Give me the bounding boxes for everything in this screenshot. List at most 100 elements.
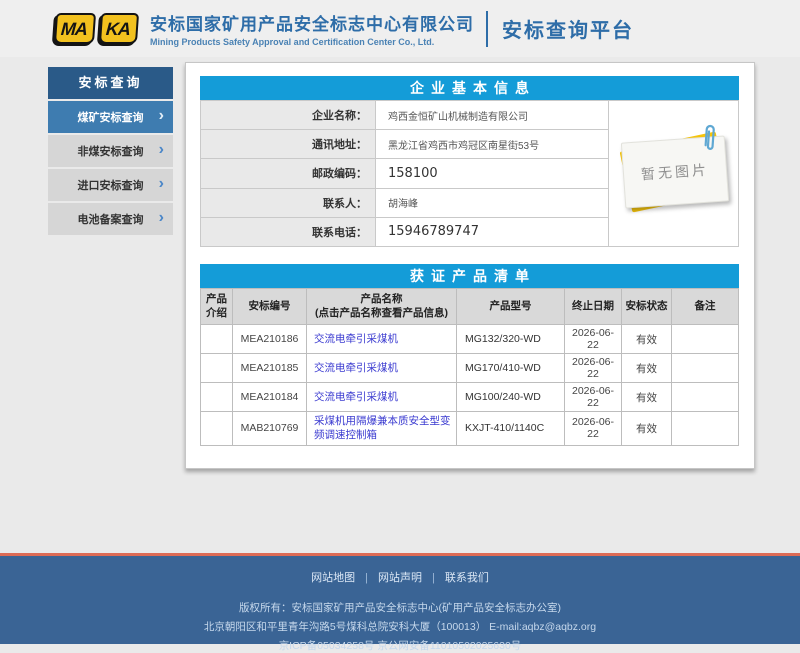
field-label-company-name: 企业名称： [201,101,376,130]
cell-intro [201,412,233,445]
footer-link-contact[interactable]: 联系我们 [445,572,489,584]
cell-intro [201,325,233,354]
field-label-address: 通讯地址： [201,130,376,159]
product-list-section: 获证产品清单 产品介绍 安标编号 产品名称 (点击产品名称查看产品信息) 产品型… [200,264,739,446]
footer-separator: | [432,572,435,584]
product-name-link[interactable]: 交流电牵引采煤机 [314,333,398,345]
table-row: 通讯地址： 黑龙江省鸡西市鸡冠区南星街53号 [201,130,609,159]
page-body: 安标查询 煤矿安标查询 › 非煤安标查询 › 进口安标查询 › 电池备案查询 ›… [0,57,800,553]
col-header-model: 产品型号 [457,289,565,325]
table-row: MAB210769 采煤机用隔爆兼本质安全型变频调速控制箱 KXJT-410/1… [201,412,739,445]
cell-remark [672,412,739,445]
sidebar-item-label: 非煤安标查询 [78,143,144,159]
field-value-postcode: 158100 [376,159,609,188]
paperclip-icon [701,121,719,154]
table-row: MEA210184 交流电牵引采煤机 MG100/240-WD 2026-06-… [201,383,739,412]
product-section-title: 获证产品清单 [200,264,739,288]
footer-links: 网站地图 | 网站声明 | 联系我们 [0,556,800,585]
chevron-right-icon: › [159,210,164,226]
footer-icp: 京ICP备05034258号 京公网安备11010502025630号 [0,638,800,653]
field-label-contact: 联系人： [201,188,376,217]
field-value-address: 黑龙江省鸡西市鸡冠区南星街53号 [376,130,609,159]
product-name-link[interactable]: 交流电牵引采煤机 [314,362,398,374]
platform-title: 安标查询平台 [502,14,634,43]
site-header: MA KA 安标国家矿用产品安全标志中心有限公司 Mining Products… [0,0,800,57]
site-footer: 网站地图 | 网站声明 | 联系我们 版权所有：安标国家矿用产品安全标志中心(矿用产品安… [0,553,800,644]
sidebar-header: 安标查询 [48,67,173,99]
col-header-name-line1: 产品名称 [309,293,454,307]
cell-model: MG100/240-WD [457,383,565,412]
sidebar-item-label: 电池备案查询 [78,211,144,227]
col-header-name-line2: (点击产品名称查看产品信息) [309,307,454,321]
cell-end-date: 2026-06-22 [565,325,622,354]
cell-model: KXJT-410/1140C [457,412,565,445]
sidebar-item-label: 进口安标查询 [78,177,144,193]
col-header-remark: 备注 [672,289,739,325]
enterprise-info-section: 企业基本信息 企业名称： 鸡西金恒矿山机械制造有限公司 通讯地址： 黑龙江省鸡西… [200,76,739,247]
enterprise-section-title: 企业基本信息 [200,76,739,100]
logo-tag-ma: MA [54,13,96,44]
chevron-right-icon: › [159,108,164,124]
cell-name: 采煤机用隔爆兼本质安全型变频调速控制箱 [307,412,457,445]
field-label-postcode: 邮政编码： [201,159,376,188]
cell-code: MEA210184 [233,383,307,412]
product-name-link[interactable]: 交流电牵引采煤机 [314,391,398,403]
table-row: MEA210186 交流电牵引采煤机 MG132/320-WD 2026-06-… [201,325,739,354]
sidebar-nav: 安标查询 煤矿安标查询 › 非煤安标查询 › 进口安标查询 › 电池备案查询 › [48,67,173,235]
col-header-name: 产品名称 (点击产品名称查看产品信息) [307,289,457,325]
maka-logo[interactable]: MA KA [55,13,138,44]
cell-status: 有效 [622,354,672,383]
footer-copyright: 版权所有：安标国家矿用产品安全标志中心(矿用产品安全标志办公室) [0,600,800,615]
cell-name: 交流电牵引采煤机 [307,325,457,354]
cell-model: MG170/410-WD [457,354,565,383]
cell-code: MEA210186 [233,325,307,354]
chevron-right-icon: › [159,176,164,192]
table-row: 联系人： 胡海峰 [201,188,609,217]
org-title-en: Mining Products Safety Approval and Cert… [150,37,474,47]
field-value-contact: 胡海峰 [376,188,609,217]
cell-name: 交流电牵引采煤机 [307,383,457,412]
cell-code: MEA210185 [233,354,307,383]
col-header-intro: 产品介绍 [201,289,233,325]
no-image-text: 暂无图片 [640,160,709,185]
no-image-graphic: 暂无图片 [623,137,727,207]
cell-end-date: 2026-06-22 [565,383,622,412]
header-divider [486,11,488,47]
product-list-table: 产品介绍 安标编号 产品名称 (点击产品名称查看产品信息) 产品型号 终止日期 … [200,288,739,446]
cell-status: 有效 [622,383,672,412]
cell-code: MAB210769 [233,412,307,445]
org-title-cn: 安标国家矿用产品安全标志中心有限公司 [150,10,474,35]
logo-tag-ka: KA [99,13,139,44]
table-header-row: 产品介绍 安标编号 产品名称 (点击产品名称查看产品信息) 产品型号 终止日期 … [201,289,739,325]
table-row: 联系电话： 15946789747 [201,217,609,246]
cell-end-date: 2026-06-22 [565,412,622,445]
cell-end-date: 2026-06-22 [565,354,622,383]
cell-name: 交流电牵引采煤机 [307,354,457,383]
table-row: 企业名称： 鸡西金恒矿山机械制造有限公司 [201,101,609,130]
product-name-link[interactable]: 采煤机用隔爆兼本质安全型变频调速控制箱 [314,415,451,441]
content-panel: 企业基本信息 企业名称： 鸡西金恒矿山机械制造有限公司 通讯地址： 黑龙江省鸡西… [185,62,755,469]
cell-status: 有效 [622,412,672,445]
company-image-placeholder: 暂无图片 [608,100,739,247]
cell-remark [672,325,739,354]
field-label-phone: 联系电话： [201,217,376,246]
sidebar-item-noncoal-query[interactable]: 非煤安标查询 › [48,135,173,167]
cell-status: 有效 [622,325,672,354]
table-row: 邮政编码： 158100 [201,159,609,188]
col-header-end-date: 终止日期 [565,289,622,325]
footer-address: 北京朝阳区和平里青年沟路5号煤科总院安科大厦（100013） E-mail:aq… [0,619,800,634]
footer-separator: | [365,572,368,584]
sidebar-item-coal-query[interactable]: 煤矿安标查询 › [48,101,173,133]
sidebar-item-import-query[interactable]: 进口安标查询 › [48,169,173,201]
footer-link-sitemap[interactable]: 网站地图 [311,572,355,584]
sidebar-item-battery-query[interactable]: 电池备案查询 › [48,203,173,235]
enterprise-info-table: 企业名称： 鸡西金恒矿山机械制造有限公司 通讯地址： 黑龙江省鸡西市鸡冠区南星街… [200,100,609,247]
footer-link-statement[interactable]: 网站声明 [378,572,422,584]
cell-intro [201,383,233,412]
cell-model: MG132/320-WD [457,325,565,354]
field-value-company-name: 鸡西金恒矿山机械制造有限公司 [376,101,609,130]
cell-remark [672,383,739,412]
table-row: MEA210185 交流电牵引采煤机 MG170/410-WD 2026-06-… [201,354,739,383]
header-titles: 安标国家矿用产品安全标志中心有限公司 Mining Products Safet… [150,10,474,47]
no-image-card: 暂无图片 [621,135,729,208]
